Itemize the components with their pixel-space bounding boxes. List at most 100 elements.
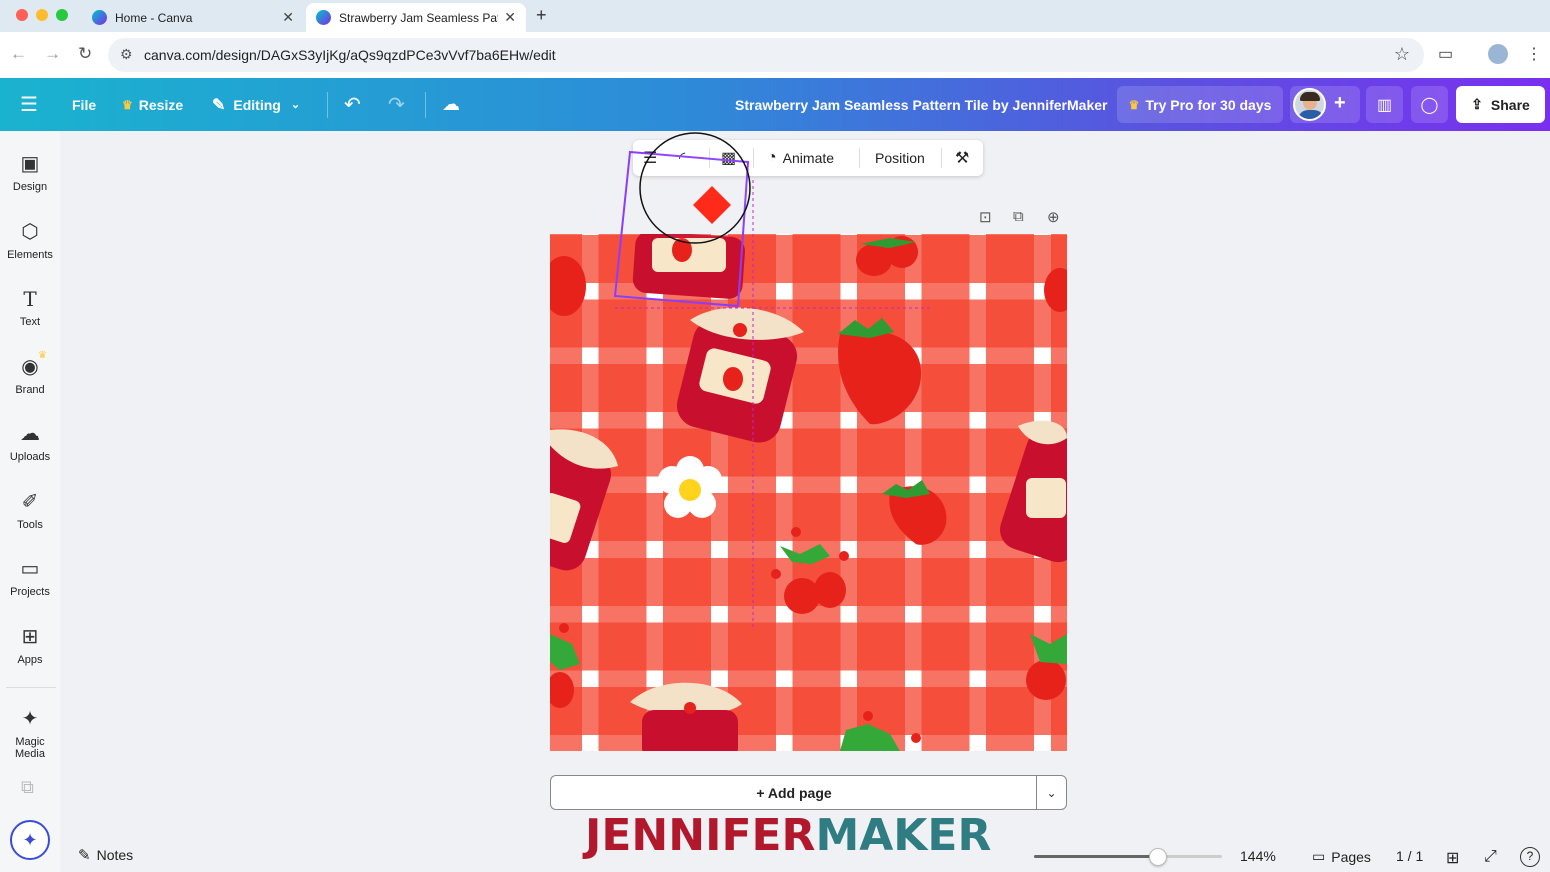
jam-jar-top[interactable] (632, 234, 746, 300)
zoom-slider[interactable] (1034, 855, 1222, 858)
tab-home-canva[interactable]: Home - Canva ✕ (82, 3, 304, 32)
strawberry-bottom-center[interactable] (840, 711, 921, 751)
minimize-window-button[interactable] (36, 9, 48, 21)
notes-icon: ✎ (78, 847, 91, 864)
daisy-flower[interactable] (658, 456, 722, 518)
strawberry-cluster-middle[interactable] (771, 527, 849, 614)
animate-label: Animate (782, 150, 835, 166)
animate-button[interactable]: ◔ Animate (767, 149, 834, 167)
notes-label: Notes (96, 847, 134, 863)
close-tab-icon[interactable]: ✕ (504, 9, 516, 26)
sidebar-item-label: Apps (17, 654, 43, 666)
canva-assistant-button[interactable]: ✦ (10, 820, 50, 860)
sidebar-item-label: Tools (17, 519, 43, 531)
sidebar-item-design[interactable]: ▣ Design (0, 151, 60, 193)
tab-title: Strawberry Jam Seamless Pat (339, 10, 499, 25)
sidebar-item-tools[interactable]: ✐ Tools (0, 489, 60, 531)
collaborators-group[interactable]: + (1290, 86, 1360, 123)
logo-part-jennifer: JENNIFER (585, 810, 816, 861)
sidebar-item-brand[interactable]: ◉ ♛ Brand (0, 350, 60, 396)
more-apps-icon[interactable]: ⧉ (21, 777, 34, 798)
red-diamond-shape[interactable] (693, 186, 731, 224)
browser-tab-bar: Home - Canva ✕ Strawberry Jam Seamless P… (0, 0, 1550, 32)
comments-button[interactable]: ◯ (1411, 86, 1448, 123)
site-settings-icon[interactable]: ⚙ (120, 46, 133, 63)
sidebar-item-label: Elements (7, 249, 53, 261)
design-title[interactable]: Strawberry Jam Seamless Pattern Tile by … (735, 78, 1107, 131)
share-button[interactable]: ⇪ Share (1456, 86, 1545, 123)
close-tab-icon[interactable]: ✕ (282, 9, 294, 26)
chevron-down-icon: ⌄ (290, 99, 301, 111)
bookmark-star-icon[interactable]: ☆ (1394, 44, 1410, 65)
back-icon[interactable]: ← (10, 44, 27, 64)
invite-plus-icon[interactable]: + (1334, 92, 1346, 115)
insights-button[interactable]: ▥ (1366, 86, 1403, 123)
position-button[interactable]: Position (875, 150, 925, 166)
reload-icon[interactable]: ↻ (78, 44, 92, 64)
sidebar-item-elements[interactable]: ⬡ Elements (0, 219, 60, 261)
fullscreen-icon[interactable]: ⤢ (1484, 848, 1497, 866)
canva-favicon-icon (92, 10, 107, 25)
sidebar-item-magic-media[interactable]: ✦ Magic Media (0, 706, 60, 760)
add-page-icon[interactable]: ⊕ (1047, 208, 1060, 226)
zoom-slider-thumb[interactable] (1149, 848, 1168, 866)
help-icon[interactable]: ? (1520, 847, 1540, 867)
editing-label: Editing (233, 96, 281, 113)
redo-icon[interactable]: ↷ (388, 78, 405, 131)
design-canvas[interactable] (550, 234, 1067, 751)
align-lines-icon[interactable]: ☰ (643, 148, 657, 168)
jam-jar-left-edge[interactable] (550, 429, 618, 575)
share-label: Share (1490, 96, 1530, 113)
crown-icon: ♛ (38, 350, 47, 361)
jam-jar-right-edge[interactable] (995, 420, 1067, 568)
add-page-button[interactable]: + Add page (550, 775, 1037, 810)
jam-jar-main[interactable] (672, 307, 804, 448)
sidebar-item-apps[interactable]: ⊞ Apps (0, 624, 60, 666)
maximize-window-button[interactable] (56, 9, 68, 21)
sidebar-item-text[interactable]: T Text (0, 286, 60, 328)
cloud-save-icon[interactable]: ☁ (442, 78, 460, 131)
sidebar-item-projects[interactable]: ▭ Projects (0, 556, 60, 598)
transparency-icon[interactable]: ▩ (721, 148, 736, 168)
jam-jar-bottom[interactable] (630, 682, 742, 751)
lock-page-icon[interactable]: ⊡ (979, 208, 992, 226)
new-tab-icon[interactable]: + (536, 5, 547, 26)
close-window-button[interactable] (16, 9, 28, 21)
strawberry-left-edge[interactable] (550, 256, 586, 316)
copy-style-icon[interactable]: ⚒ (955, 148, 969, 168)
strawberry-cluster-top[interactable] (856, 236, 918, 276)
browser-menu-icon[interactable]: ⋮ (1526, 44, 1542, 64)
file-menu[interactable]: File (72, 78, 96, 131)
pages-button[interactable]: ▭ Pages (1312, 848, 1371, 865)
left-sidebar: ▣ Design ⬡ Elements T Text ◉ ♛ Brand ☁ U… (0, 131, 60, 872)
strawberry-large[interactable] (838, 318, 922, 425)
forward-icon[interactable]: → (44, 44, 61, 64)
notes-button[interactable]: ✎ Notes (78, 846, 133, 864)
comment-icon: ◯ (1420, 96, 1439, 114)
element-context-toolbar: ☰ ◜ ▩ ◔ Animate Position ⚒ (633, 140, 983, 176)
profile-avatar[interactable] (1488, 44, 1508, 64)
add-page-dropdown[interactable]: ⌄ (1036, 775, 1067, 810)
strawberry-medium[interactable] (882, 480, 947, 545)
user-avatar[interactable] (1293, 88, 1326, 121)
editor-toolbar: ☰ File ♛ Resize ✎ Editing ⌄ ↶ ↷ ☁ Strawb… (0, 78, 1550, 131)
strawberry-bottom-left[interactable] (550, 623, 580, 708)
sidebar-item-label: Brand (15, 384, 45, 396)
cast-icon[interactable]: ▭ (1438, 44, 1453, 64)
resize-button[interactable]: ♛ Resize (122, 78, 183, 131)
corner-rounding-icon[interactable]: ◜ (679, 148, 685, 168)
duplicate-page-icon[interactable]: ⧉ (1013, 208, 1024, 225)
pencil-icon: ✎ (212, 96, 226, 114)
pages-icon: ▭ (1312, 848, 1326, 864)
sidebar-item-uploads[interactable]: ☁ Uploads (0, 421, 60, 463)
zoom-level[interactable]: 144% (1240, 848, 1276, 864)
main-menu-icon[interactable]: ☰ (20, 78, 38, 131)
sidebar-item-label: Magic Media (15, 736, 45, 760)
url-field[interactable]: ⚙ canva.com/design/DAGxS3yIjKg/aQs9qzdPC… (108, 38, 1424, 72)
editing-mode-dropdown[interactable]: ✎ Editing ⌄ (212, 78, 300, 131)
grid-view-icon[interactable]: ⊞ (1446, 848, 1459, 868)
undo-icon[interactable]: ↶ (344, 78, 361, 131)
tab-strawberry-jam[interactable]: Strawberry Jam Seamless Pat ✕ (306, 3, 526, 32)
divider (753, 148, 754, 168)
try-pro-button[interactable]: ♛ Try Pro for 30 days (1117, 86, 1283, 123)
